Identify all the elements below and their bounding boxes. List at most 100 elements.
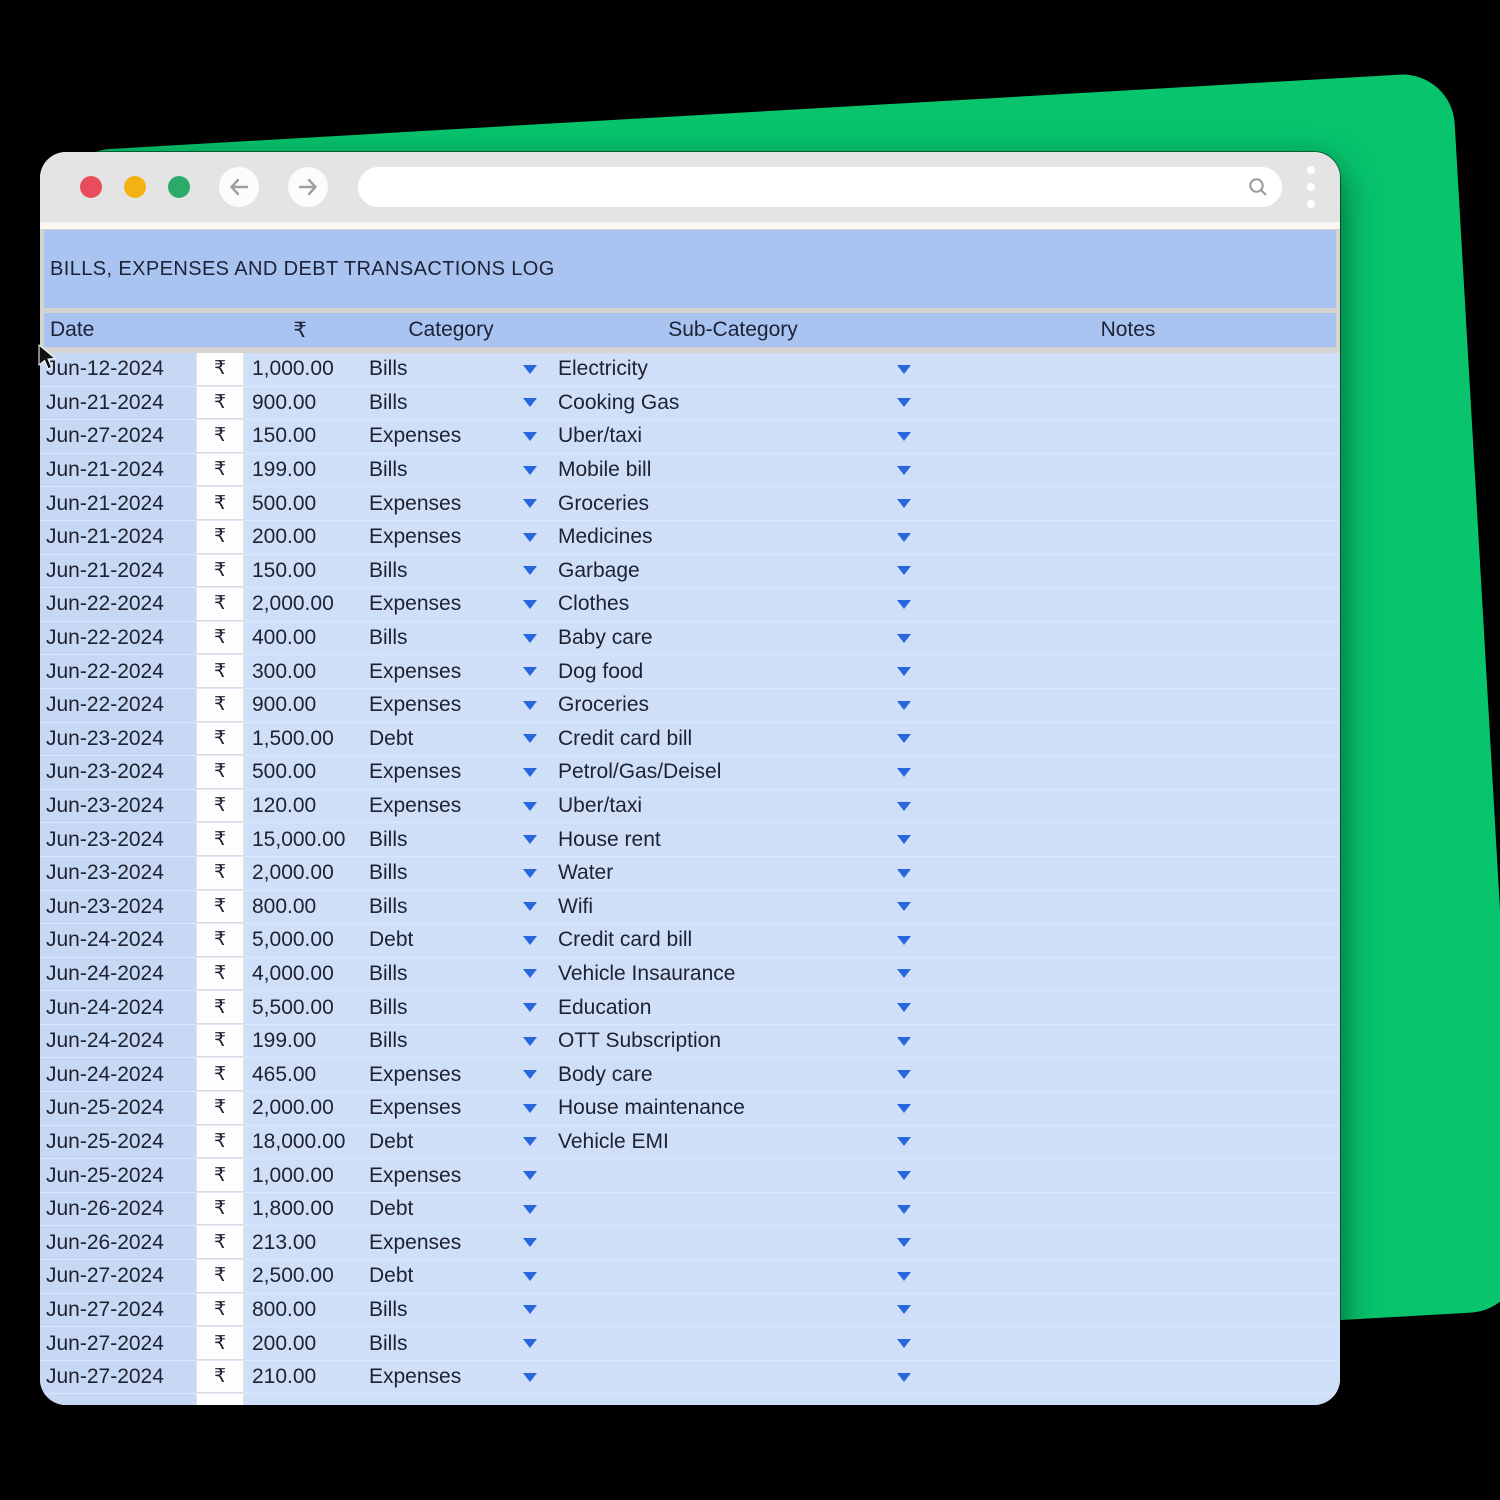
- subcategory-cell[interactable]: Credit card bill: [546, 723, 920, 756]
- subcategory-cell[interactable]: Medicines: [546, 521, 920, 554]
- currency-cell[interactable]: ₹: [196, 991, 244, 1024]
- date-cell[interactable]: Jun-23-2024: [40, 823, 196, 856]
- date-cell[interactable]: [40, 1394, 196, 1405]
- dropdown-arrow-icon[interactable]: [523, 936, 537, 945]
- dropdown-arrow-icon[interactable]: [523, 667, 537, 676]
- notes-cell[interactable]: [920, 353, 1340, 386]
- dropdown-arrow-icon[interactable]: [523, 1104, 537, 1113]
- dropdown-arrow-icon[interactable]: [897, 969, 911, 978]
- dropdown-arrow-icon[interactable]: [897, 1339, 911, 1348]
- date-cell[interactable]: Jun-24-2024: [40, 924, 196, 957]
- currency-cell[interactable]: ₹: [196, 1159, 244, 1192]
- dropdown-arrow-icon[interactable]: [897, 1238, 911, 1247]
- amount-cell[interactable]: 1,000.00: [244, 353, 356, 386]
- amount-cell[interactable]: 1,500.00: [244, 723, 356, 756]
- subcategory-cell[interactable]: Vehicle Insaurance: [546, 958, 920, 991]
- subcategory-cell[interactable]: Vehicle EMI: [546, 1126, 920, 1159]
- amount-cell[interactable]: 210.00: [244, 1361, 356, 1394]
- dropdown-arrow-icon[interactable]: [523, 1272, 537, 1281]
- currency-cell[interactable]: ₹: [196, 655, 244, 688]
- dropdown-arrow-icon[interactable]: [523, 701, 537, 710]
- date-cell[interactable]: Jun-21-2024: [40, 555, 196, 588]
- dropdown-arrow-icon[interactable]: [897, 701, 911, 710]
- amount-cell[interactable]: 200.00: [244, 521, 356, 554]
- subcategory-cell[interactable]: Petrol/Gas/Deisel: [546, 756, 920, 789]
- subcategory-cell[interactable]: Mobile bill: [546, 454, 920, 487]
- notes-cell[interactable]: [920, 555, 1340, 588]
- subcategory-cell[interactable]: Groceries: [546, 487, 920, 520]
- subcategory-cell[interactable]: [546, 1294, 920, 1327]
- amount-cell[interactable]: 200.00: [244, 1327, 356, 1360]
- category-cell[interactable]: [356, 1394, 546, 1405]
- currency-cell[interactable]: ₹: [196, 958, 244, 991]
- category-cell[interactable]: Bills: [356, 1025, 546, 1058]
- dropdown-arrow-icon[interactable]: [523, 398, 537, 407]
- dropdown-arrow-icon[interactable]: [523, 1238, 537, 1247]
- dropdown-arrow-icon[interactable]: [523, 634, 537, 643]
- currency-cell[interactable]: ₹: [196, 487, 244, 520]
- notes-cell[interactable]: [920, 924, 1340, 957]
- column-header-date[interactable]: Date: [44, 318, 196, 342]
- date-cell[interactable]: Jun-24-2024: [40, 958, 196, 991]
- dropdown-arrow-icon[interactable]: [523, 1137, 537, 1146]
- currency-cell[interactable]: ₹: [196, 790, 244, 823]
- currency-cell[interactable]: ₹: [196, 1126, 244, 1159]
- close-window-icon[interactable]: [80, 176, 102, 198]
- notes-cell[interactable]: [920, 521, 1340, 554]
- category-cell[interactable]: Bills: [356, 823, 546, 856]
- category-cell[interactable]: Expenses: [356, 689, 546, 722]
- notes-cell[interactable]: [920, 1126, 1340, 1159]
- amount-cell[interactable]: 150.00: [244, 420, 356, 453]
- dropdown-arrow-icon[interactable]: [523, 466, 537, 475]
- dropdown-arrow-icon[interactable]: [897, 432, 911, 441]
- date-cell[interactable]: Jun-21-2024: [40, 487, 196, 520]
- category-cell[interactable]: Bills: [356, 387, 546, 420]
- dropdown-arrow-icon[interactable]: [523, 768, 537, 777]
- column-header-subcategory[interactable]: Sub-Category: [546, 318, 920, 342]
- date-cell[interactable]: Jun-27-2024: [40, 1294, 196, 1327]
- subcategory-cell[interactable]: Dog food: [546, 655, 920, 688]
- amount-cell[interactable]: 500.00: [244, 756, 356, 789]
- category-cell[interactable]: Bills: [356, 555, 546, 588]
- dropdown-arrow-icon[interactable]: [897, 1373, 911, 1382]
- notes-cell[interactable]: [920, 1260, 1340, 1293]
- subcategory-cell[interactable]: Credit card bill: [546, 924, 920, 957]
- dropdown-arrow-icon[interactable]: [897, 768, 911, 777]
- notes-cell[interactable]: [920, 387, 1340, 420]
- amount-cell[interactable]: 2,000.00: [244, 588, 356, 621]
- amount-cell[interactable]: 800.00: [244, 1294, 356, 1327]
- amount-cell[interactable]: 1,800.00: [244, 1193, 356, 1226]
- subcategory-cell[interactable]: [546, 1193, 920, 1226]
- amount-cell[interactable]: 199.00: [244, 1025, 356, 1058]
- subcategory-cell[interactable]: [546, 1361, 920, 1394]
- subcategory-cell[interactable]: Clothes: [546, 588, 920, 621]
- category-cell[interactable]: Debt: [356, 1260, 546, 1293]
- date-cell[interactable]: Jun-26-2024: [40, 1226, 196, 1259]
- date-cell[interactable]: Jun-23-2024: [40, 857, 196, 890]
- category-cell[interactable]: Bills: [356, 891, 546, 924]
- notes-cell[interactable]: [920, 1058, 1340, 1091]
- dropdown-arrow-icon[interactable]: [897, 936, 911, 945]
- currency-cell[interactable]: ₹: [196, 857, 244, 890]
- dropdown-arrow-icon[interactable]: [523, 1373, 537, 1382]
- dropdown-arrow-icon[interactable]: [897, 1137, 911, 1146]
- notes-cell[interactable]: [920, 756, 1340, 789]
- column-header-amount[interactable]: ₹: [244, 318, 356, 343]
- dropdown-arrow-icon[interactable]: [897, 1104, 911, 1113]
- dropdown-arrow-icon[interactable]: [897, 499, 911, 508]
- currency-cell[interactable]: ₹: [196, 1092, 244, 1125]
- category-cell[interactable]: Bills: [356, 353, 546, 386]
- subcategory-cell[interactable]: House rent: [546, 823, 920, 856]
- dropdown-arrow-icon[interactable]: [523, 1339, 537, 1348]
- subcategory-cell[interactable]: [546, 1159, 920, 1192]
- notes-cell[interactable]: [920, 958, 1340, 991]
- currency-cell[interactable]: ₹: [196, 353, 244, 386]
- currency-cell[interactable]: ₹: [196, 1058, 244, 1091]
- currency-cell[interactable]: [196, 1394, 244, 1405]
- subcategory-cell[interactable]: Electricity: [546, 353, 920, 386]
- amount-cell[interactable]: 18,000.00: [244, 1126, 356, 1159]
- notes-cell[interactable]: [920, 723, 1340, 756]
- category-cell[interactable]: Expenses: [356, 1361, 546, 1394]
- subcategory-cell[interactable]: Body care: [546, 1058, 920, 1091]
- dropdown-arrow-icon[interactable]: [897, 802, 911, 811]
